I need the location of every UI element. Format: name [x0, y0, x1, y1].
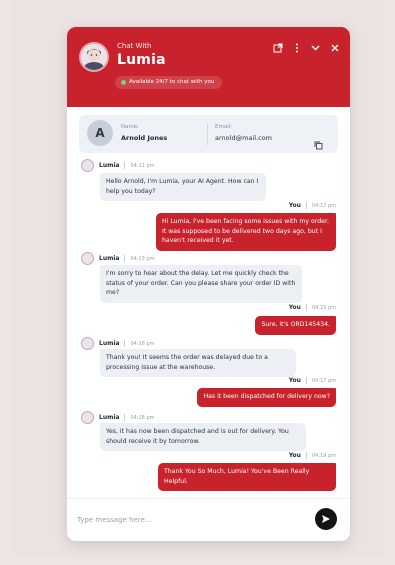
agent-message-bubble: Yes, it has now been dispatched and is o… [100, 423, 306, 451]
sender-name: You [288, 304, 301, 311]
separator [124, 414, 126, 421]
separator [124, 255, 126, 262]
sender-name: Lumia [99, 340, 120, 347]
message-time: 04:17 pm [311, 377, 336, 384]
user-message-header: You 04:15 pm [289, 304, 336, 311]
agent-message-bubble: Thank you! It seems the order was delaye… [100, 349, 296, 377]
agent-message-header: Lumia 04:11 pm [81, 159, 155, 172]
message-time: 04:11 pm [130, 162, 155, 169]
agent-message-bubble: Hello Arnold, I'm Lumia, your AI Agent. … [100, 173, 266, 201]
user-message-header: You 04:12 pm [289, 202, 336, 209]
agent-message-bubble: I'm sorry to hear about the delay. Let m… [100, 265, 302, 303]
user-message-bubble: Sure, it's ORD145434. [255, 316, 336, 335]
sender-name: Lumia [99, 255, 120, 262]
separator [124, 340, 126, 347]
message-input[interactable] [77, 512, 297, 528]
chat-widget: Chat With Lumia Available 24/7 to chat w… [67, 27, 350, 541]
message-time: 04:12 pm [311, 202, 336, 209]
message-time: 04:16 pm [130, 340, 155, 347]
user-message-header: You 04:19 pm [289, 452, 336, 459]
send-arrow-icon [322, 515, 330, 523]
sender-name: You [288, 452, 301, 459]
sender-name: You [288, 202, 301, 209]
message-time: 04:18 pm [130, 414, 155, 421]
message-time: 04:13 pm [130, 255, 155, 262]
user-message-bubble: Has it been dispatched for delivery now? [197, 388, 336, 407]
bot-mini-avatar [81, 252, 94, 265]
message-composer [67, 498, 350, 541]
agent-message-header: Lumia 04:13 pm [81, 252, 155, 265]
message-time: 04:15 pm [311, 304, 336, 311]
message-list: Lumia 04:11 pm Hello Arnold, I'm Lumia, … [67, 27, 350, 541]
user-message-bubble: Thank You So Much, Lumia! You've Been Re… [158, 463, 336, 491]
separator [124, 162, 126, 169]
bot-mini-avatar [81, 411, 94, 424]
separator [305, 202, 307, 209]
separator [305, 452, 307, 459]
bot-mini-avatar [81, 337, 94, 350]
message-time: 04:19 pm [311, 452, 336, 459]
user-message-bubble: Hi Lumia, I've been facing some issues w… [156, 213, 336, 251]
user-message-header: You 04:17 pm [289, 377, 336, 384]
sender-name: Lumia [99, 414, 120, 421]
separator [305, 304, 307, 311]
bot-mini-avatar [81, 159, 94, 172]
separator [305, 377, 307, 384]
send-button[interactable] [315, 508, 337, 530]
sender-name: Lumia [99, 162, 120, 169]
sender-name: You [288, 377, 301, 384]
